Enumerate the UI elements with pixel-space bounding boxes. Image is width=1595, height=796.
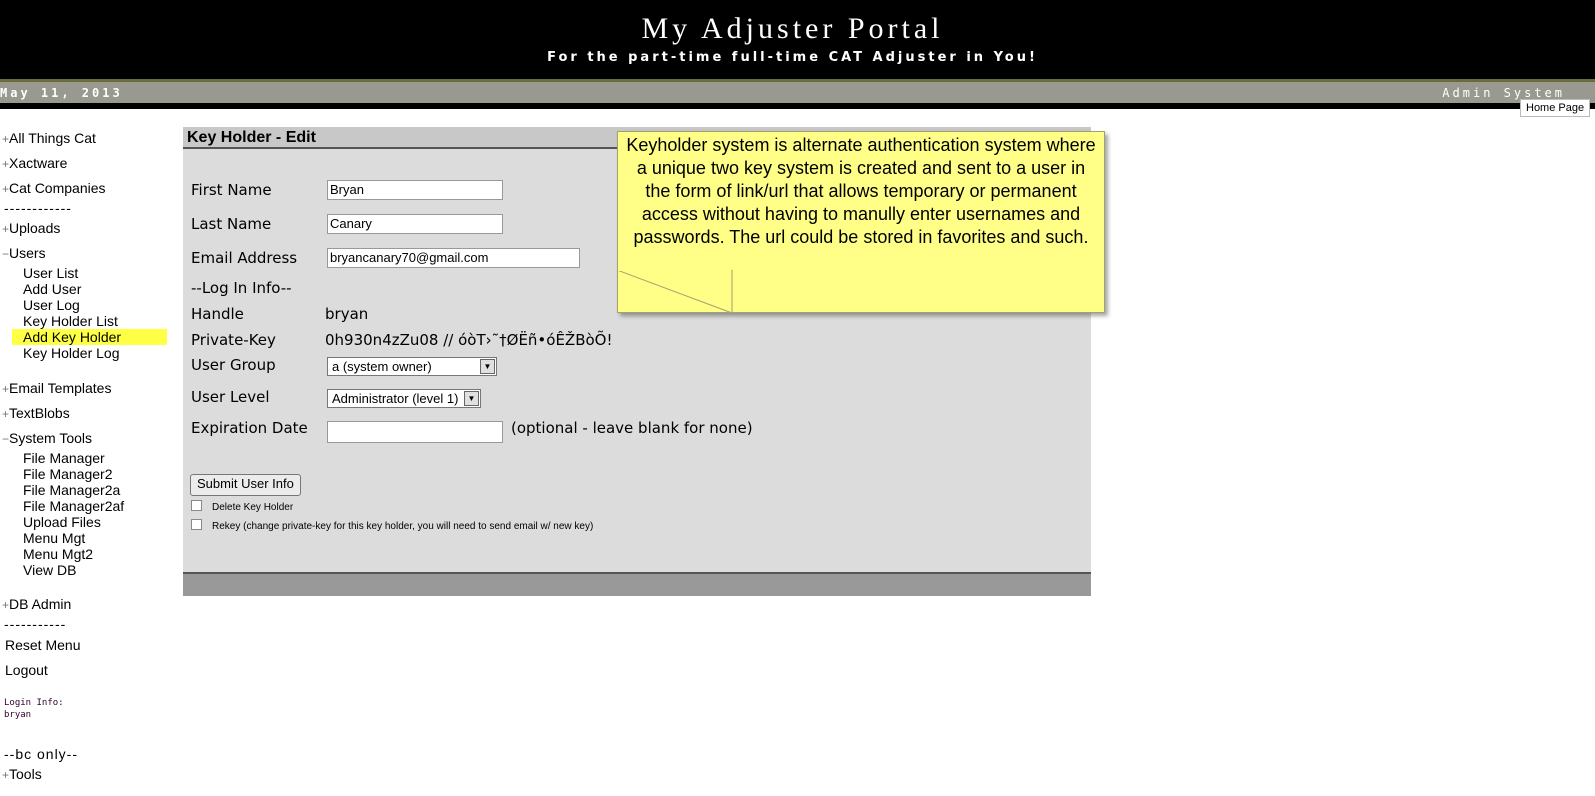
sidebar-subitem-add-key-holder[interactable]: Add Key Holder [12,329,167,345]
email-field[interactable]: bryancanary70@gmail.com [327,248,580,268]
current-date: May 11, 2013 [0,86,123,100]
sidebar-subitem-file-manager[interactable]: File Manager [23,450,105,466]
sidebar-item-db-admin[interactable]: +DB Admin [2,596,71,612]
sidebar-separator: ----------- [4,616,67,632]
sidebar-subitem-file-manager2a[interactable]: File Manager2a [23,482,120,498]
first-name-field[interactable]: Bryan [327,180,503,200]
sidebar-item-xactware[interactable]: +Xactware [2,155,67,171]
callout-text: Keyholder system is alternate authentica… [626,135,1096,247]
delete-key-holder-checkbox[interactable] [191,500,202,511]
first-name-label: First Name [191,181,272,199]
login-info: Login Info: bryan [4,697,64,721]
reset-menu-link[interactable]: Reset Menu [5,637,80,653]
sidebar-item-all-things-cat[interactable]: +All Things Cat [2,130,96,146]
expiration-date-label: Expiration Date [191,419,308,437]
sidebar-separator: ------------ [4,200,72,216]
dropdown-arrow-icon[interactable]: ▼ [464,391,479,406]
sidebar-item-label: Xactware [9,155,68,171]
expand-icon: + [2,132,10,146]
handle-value: bryan [325,305,369,323]
login-info-label: Login Info: [4,698,64,708]
login-info-user: bryan [4,710,32,720]
logout-link[interactable]: Logout [5,662,48,678]
sidebar-item-cat-companies[interactable]: +Cat Companies [2,180,106,196]
private-key-label: Private-Key [191,331,276,349]
sidebar-item-uploads[interactable]: +Uploads [2,220,60,236]
sidebar-item-label: System Tools [9,430,93,446]
sidebar-subitem-user-log[interactable]: User Log [23,297,80,313]
sidebar-subitem-menu-mgt[interactable]: Menu Mgt [23,530,85,546]
sidebar-subitem-menu-mgt2[interactable]: Menu Mgt2 [23,546,93,562]
expiration-date-field[interactable] [327,421,503,443]
sidebar-item-label: Email Templates [9,380,112,396]
sidebar-subitem-file-manager2af[interactable]: File Manager2af [23,498,124,514]
last-name-label: Last Name [191,215,272,233]
sidebar-subitem-key-holder-list[interactable]: Key Holder List [23,313,118,329]
last-name-field[interactable]: Canary [327,214,503,234]
sidebar-subitem-upload-files[interactable]: Upload Files [23,514,101,530]
sidebar-item-tools[interactable]: +Tools [2,766,42,782]
user-level-selected-value: Administrator (level 1) [332,391,459,406]
sidebar-subitem-user-list[interactable]: User List [23,265,78,281]
sidebar-subitem-view-db[interactable]: View DB [23,562,76,578]
sidebar-subitem-key-holder-log[interactable]: Key Holder Log [23,345,120,361]
callout-pointer [617,270,733,314]
sidebar-item-label: DB Admin [9,596,72,612]
sidebar-item-label: All Things Cat [9,130,96,146]
expand-icon: + [2,407,10,421]
sidebar-subitem-file-manager2[interactable]: File Manager2 [23,466,113,482]
delete-key-holder-label: Delete Key Holder [212,502,294,513]
sidebar-item-users[interactable]: −Users [2,245,46,261]
sidebar-item-system-tools[interactable]: −System Tools [2,430,92,446]
site-tagline: For the part-time full-time CAT Adjuster… [547,50,1038,65]
collapse-icon: − [2,432,10,446]
system-label: Admin System [1442,86,1565,100]
panel-footer [183,572,1091,596]
sidebar-item-label: TextBlobs [9,405,70,421]
user-level-label: User Level [191,388,270,406]
date-bar: May 11, 2013 Admin System [0,82,1595,109]
expand-icon: + [2,222,10,236]
submit-user-info-button[interactable]: Submit User Info [190,474,301,496]
rekey-label: Rekey (change private-key for this key h… [212,521,594,532]
rekey-checkbox[interactable] [191,519,202,530]
email-label: Email Address [191,249,298,267]
handle-label: Handle [191,305,244,323]
collapse-icon: − [2,247,10,261]
sidebar-item-label: Tools [9,766,42,782]
home-page-link[interactable]: Home Page [1520,99,1591,117]
site-title: My Adjuster Portal [641,12,944,45]
site-header: My Adjuster Portal For the part-time ful… [0,0,1595,82]
private-key-value: 0h930n4zZu08 // óòT›˜†ØËñ•óÊŽBòÕ! [325,331,613,349]
expand-icon: + [2,382,10,396]
expand-icon: + [2,157,10,171]
sidebar-item-email-templates[interactable]: +Email Templates [2,380,111,396]
expiration-date-hint: (optional - leave blank for none) [511,419,753,437]
sidebar-item-label: Users [9,245,46,261]
login-info-heading: --Log In Info-- [191,279,292,297]
sidebar-subitem-add-user[interactable]: Add User [23,281,81,297]
expand-icon: + [2,768,10,782]
sidebar-item-label: Uploads [9,220,61,236]
user-level-select[interactable]: Administrator (level 1) ▼ [327,389,481,408]
expand-icon: + [2,182,10,196]
user-group-select[interactable]: a (system owner) ▼ [327,357,497,376]
sidebar-item-label: Cat Companies [9,180,106,196]
user-group-selected-value: a (system owner) [332,359,432,374]
expand-icon: + [2,598,10,612]
user-group-label: User Group [191,356,276,374]
dropdown-arrow-icon[interactable]: ▼ [480,359,495,374]
bc-only-label: --bc only-- [4,746,79,762]
sidebar-item-textblobs[interactable]: +TextBlobs [2,405,70,421]
